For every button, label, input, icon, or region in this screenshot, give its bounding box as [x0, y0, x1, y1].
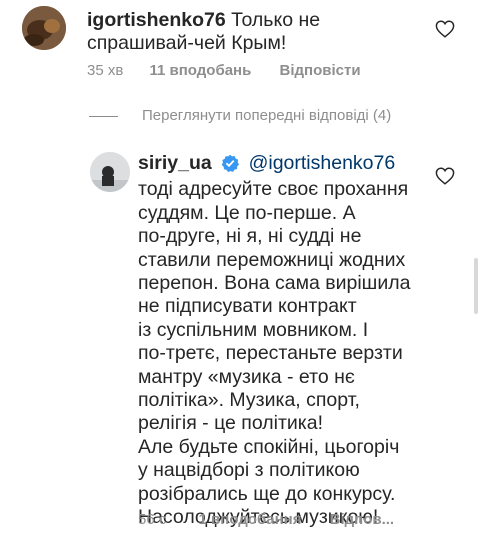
- username-igortishenko76[interactable]: igortishenko76: [87, 9, 226, 31]
- comment2-line-8: по-третє, перестаньте верзти: [138, 342, 403, 365]
- comment2-line-13: у нацвідборі з політикою: [138, 459, 360, 482]
- comment2-line-1: тоді адресуйте своє прохання: [138, 178, 409, 201]
- comment2-line-7: із суспільним мовником. І: [138, 318, 369, 341]
- avatar-siriy_ua[interactable]: [90, 152, 130, 192]
- comment2-line-11: релігія - це політика!: [138, 412, 324, 435]
- avatar-image: [22, 6, 66, 50]
- comment2-line-9: мантру «музика - ето нє: [138, 365, 355, 388]
- comment1-reply-button[interactable]: Відповісти: [280, 62, 361, 79]
- comment2-line-6: не підписувати контракт: [138, 295, 357, 318]
- view-previous-replies-button[interactable]: Переглянути попередні відповіді (4): [142, 107, 391, 124]
- comment2-time: 56 с: [138, 511, 167, 528]
- comment-text-igortishenko76: igortishenko76 Только не спрашивай-чей К…: [87, 9, 427, 56]
- username-siriy_ua[interactable]: siriy_ua: [138, 152, 212, 174]
- comment2-line-2: суддям. Це по-перше. А: [138, 201, 356, 224]
- heart-icon: [435, 20, 455, 38]
- replies-divider-line: [89, 116, 118, 117]
- comment2-meta: 56 с 1 вподобання Відпов...: [138, 511, 394, 528]
- comment2-line-12: Але будьте спокійні, цьогоріч: [138, 435, 400, 458]
- comment2-line-4: ставили переможниці жодних: [138, 248, 406, 271]
- comment2-likes[interactable]: 1 вподобання: [199, 511, 302, 528]
- comment1-meta: 35 хв 11 вподобань Відповісти: [87, 62, 361, 79]
- verified-badge-icon: [221, 154, 240, 178]
- avatar-igortishenko76[interactable]: [22, 6, 66, 50]
- heart-icon: [435, 167, 455, 185]
- comment-text-siriy_ua: siriy_ua @igortishenko76 тоді адресуйте …: [138, 152, 438, 530]
- avatar-image: [90, 152, 130, 192]
- comment-body-line1: Только не: [231, 9, 321, 31]
- comment1-likes[interactable]: 11 вподобань: [150, 62, 252, 79]
- comment1-time: 35 хв: [87, 62, 124, 79]
- mention-link[interactable]: @igortishenko76: [249, 152, 396, 174]
- comment2-line-10: політіка». Музика, спорт,: [138, 389, 360, 412]
- comment2-reply-button[interactable]: Відпов...: [330, 511, 394, 528]
- scrollbar-thumb[interactable]: [474, 258, 478, 314]
- comment2-line-5: перепон. Вона сама вирішила: [138, 272, 411, 295]
- comment2-line-3: по-друге, ні я, ні судді не: [138, 225, 362, 248]
- like-button-comment2[interactable]: [435, 167, 455, 190]
- comment2-line-14: розібрались ще до конкурсу.: [138, 482, 396, 505]
- like-button-comment1[interactable]: [435, 20, 455, 43]
- comment-body-line2: спрашивай-чей Крым!: [87, 32, 287, 55]
